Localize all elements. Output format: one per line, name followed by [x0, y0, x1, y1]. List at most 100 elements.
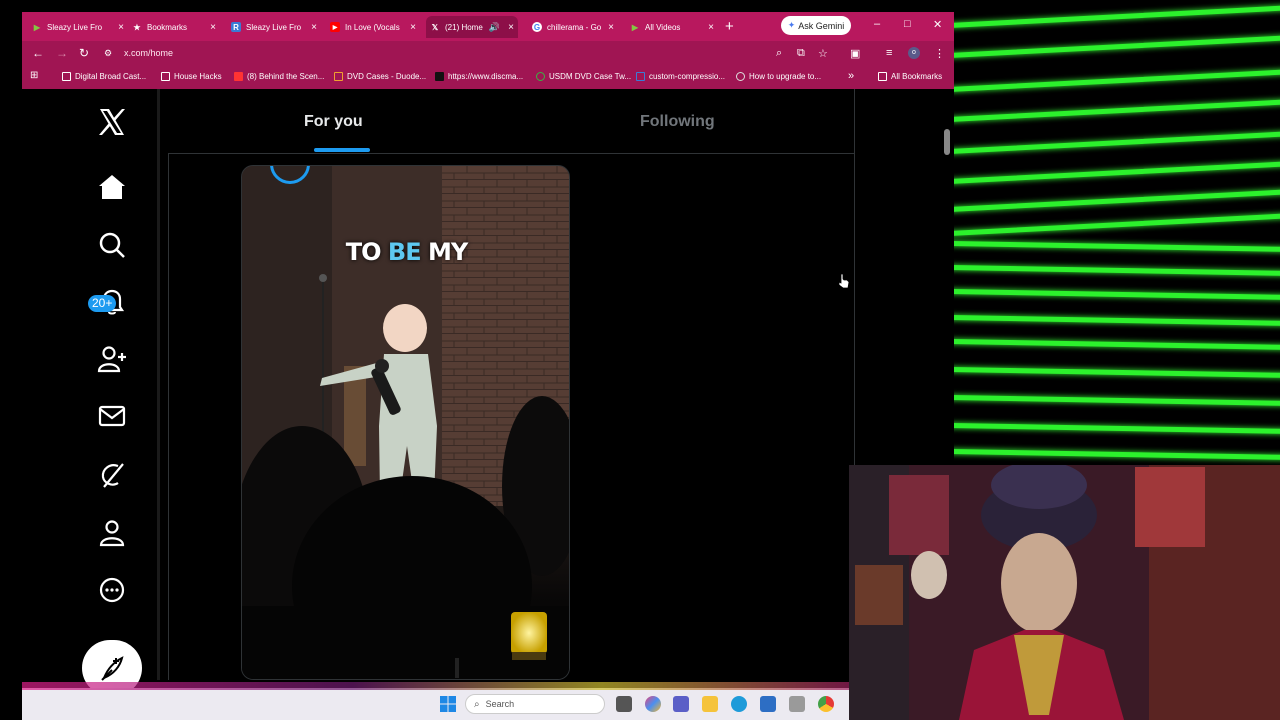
file-explorer-icon[interactable]	[702, 696, 718, 712]
video-player[interactable]: TO BE MY	[241, 165, 570, 680]
tab-label: Bookmarks	[147, 22, 188, 32]
bookmark-item[interactable]: USDM DVD Case Tw...	[536, 72, 631, 81]
caption-highlight: BE	[387, 238, 422, 266]
tab-label: (21) Home	[445, 22, 483, 32]
gemini-icon: ✦	[787, 20, 796, 30]
reload-icon[interactable]: ↻	[79, 46, 89, 60]
neon-stripe	[952, 98, 1280, 123]
profile-avatar[interactable]: o	[908, 47, 920, 59]
tab-label: chillerama - Go	[547, 22, 602, 32]
home-icon[interactable]	[82, 173, 142, 201]
bookmark-item[interactable]: https://www.discma...	[435, 72, 523, 81]
browser-tab-active[interactable]: 𝕏 (21) Home 🔊 ×	[426, 16, 518, 38]
neon-stripe	[952, 188, 1280, 213]
notifications-badge: 20+	[88, 295, 117, 312]
search-icon[interactable]	[82, 231, 142, 259]
profile-icon[interactable]	[82, 519, 142, 547]
google-icon: G	[532, 22, 542, 32]
close-tab-icon[interactable]: ×	[608, 22, 614, 33]
star-icon: ★	[133, 22, 141, 32]
bookmark-item[interactable]: (8) Behind the Scen...	[234, 72, 324, 81]
close-window-button[interactable]: ✕	[933, 18, 942, 31]
taskbar-search[interactable]: ⌕ Search	[465, 694, 605, 714]
more-icon[interactable]	[82, 576, 142, 604]
app-icon[interactable]	[789, 696, 805, 712]
apps-grid-icon[interactable]: ⊞	[30, 70, 38, 81]
tab-label: Sleazy Live Fro	[47, 22, 103, 32]
bookmark-item[interactable]: custom-compressio...	[636, 72, 725, 81]
close-tab-icon[interactable]: ×	[118, 22, 124, 33]
webcam-feed	[849, 465, 1280, 720]
audio-icon[interactable]: 🔊	[489, 22, 500, 33]
neon-stripe	[952, 130, 1280, 155]
tab-strip: ▶ Sleazy Live Fro × ★ Bookmarks × R Slea…	[22, 12, 954, 41]
task-view-icon[interactable]	[616, 696, 632, 712]
x-logo-icon[interactable]	[82, 107, 142, 137]
close-tab-icon[interactable]: ×	[410, 22, 416, 33]
tab-for-you[interactable]: For you	[304, 113, 363, 131]
close-tab-icon[interactable]: ×	[508, 22, 514, 33]
site-info-icon[interactable]: ⚙	[104, 48, 112, 59]
browser-tab[interactable]: ▶ All Videos ×	[630, 16, 714, 38]
site-icon	[736, 72, 745, 81]
grok-icon[interactable]	[82, 461, 142, 489]
tab-following[interactable]: Following	[640, 113, 715, 131]
bookmark-item[interactable]: Digital Broad Cast...	[62, 72, 146, 81]
browser-tab[interactable]: ▶ Sleazy Live Fro ×	[32, 16, 124, 38]
tab-label: In Love (Vocals	[345, 22, 400, 32]
all-bookmarks-button[interactable]: All Bookmarks	[878, 72, 942, 81]
bookmark-item[interactable]: House Hacks	[161, 72, 222, 81]
maximize-button[interactable]: □	[904, 18, 911, 30]
bookmark-star-icon[interactable]: ☆	[818, 47, 828, 60]
close-tab-icon[interactable]: ×	[311, 22, 317, 33]
browser-tab[interactable]: G chillerama - Go ×	[532, 16, 614, 38]
x-icon: 𝕏	[431, 22, 439, 32]
bookmark-label: custom-compressio...	[649, 72, 726, 81]
url-field[interactable]: x.com/home	[124, 48, 173, 58]
bookmark-item[interactable]: DVD Cases - Duode...	[334, 72, 426, 81]
bookmark-label: House Hacks	[174, 72, 222, 81]
zoom-icon[interactable]: ⌕	[776, 47, 782, 60]
bookmark-item[interactable]: How to upgrade to...	[736, 72, 821, 81]
sidebar-scrollbar	[157, 89, 160, 680]
neon-stripe	[952, 314, 1280, 327]
back-icon[interactable]: ←	[32, 46, 44, 60]
taskbar-glow	[22, 682, 850, 690]
chrome-icon[interactable]	[818, 696, 834, 712]
bookmarks-bar: ⊞ Digital Broad Cast... House Hacks (8) …	[22, 66, 954, 89]
column-divider	[168, 154, 169, 680]
extensions-icon[interactable]: ≡	[886, 47, 892, 59]
minimize-button[interactable]: –	[874, 18, 880, 30]
screen: ▶ Sleazy Live Fro × ★ Bookmarks × R Slea…	[0, 0, 1280, 720]
browser-tab[interactable]: ▶ In Love (Vocals ×	[330, 16, 416, 38]
store-icon[interactable]	[760, 696, 776, 712]
messages-icon[interactable]	[82, 404, 142, 428]
folder-icon	[62, 72, 71, 81]
close-tab-icon[interactable]: ×	[708, 22, 714, 33]
follow-icon[interactable]	[82, 345, 142, 373]
install-app-icon[interactable]: ⧉	[797, 47, 805, 60]
youtube-icon	[234, 72, 243, 81]
teams-icon[interactable]	[673, 696, 689, 712]
more-bookmarks-icon[interactable]: »	[848, 70, 854, 82]
mouse-cursor-icon	[838, 273, 850, 289]
new-tab-button[interactable]: +	[725, 18, 734, 35]
menu-icon[interactable]: ⋮	[934, 47, 945, 60]
copilot-icon[interactable]	[645, 696, 661, 712]
neon-stripe	[952, 366, 1280, 379]
taskbar-search-placeholder: Search	[485, 699, 515, 709]
browser-tab[interactable]: ★ Bookmarks ×	[132, 16, 216, 38]
neon-stripe	[952, 212, 1280, 237]
page-scrollbar[interactable]	[944, 129, 950, 155]
tab-search-icon[interactable]: ▣	[850, 47, 860, 60]
neon-stripe	[952, 288, 1280, 301]
forward-icon[interactable]: →	[56, 46, 68, 60]
browser-tab[interactable]: R Sleazy Live Fro ×	[231, 16, 317, 38]
neon-stripe	[952, 4, 1280, 29]
edge-icon[interactable]	[731, 696, 747, 712]
close-tab-icon[interactable]: ×	[210, 22, 216, 33]
windows-start-icon[interactable]	[440, 696, 456, 712]
ask-gemini-button[interactable]: ✦ Ask Gemini	[781, 16, 851, 35]
bookmark-label: DVD Cases - Duode...	[347, 72, 427, 81]
neon-stripe	[952, 68, 1280, 93]
